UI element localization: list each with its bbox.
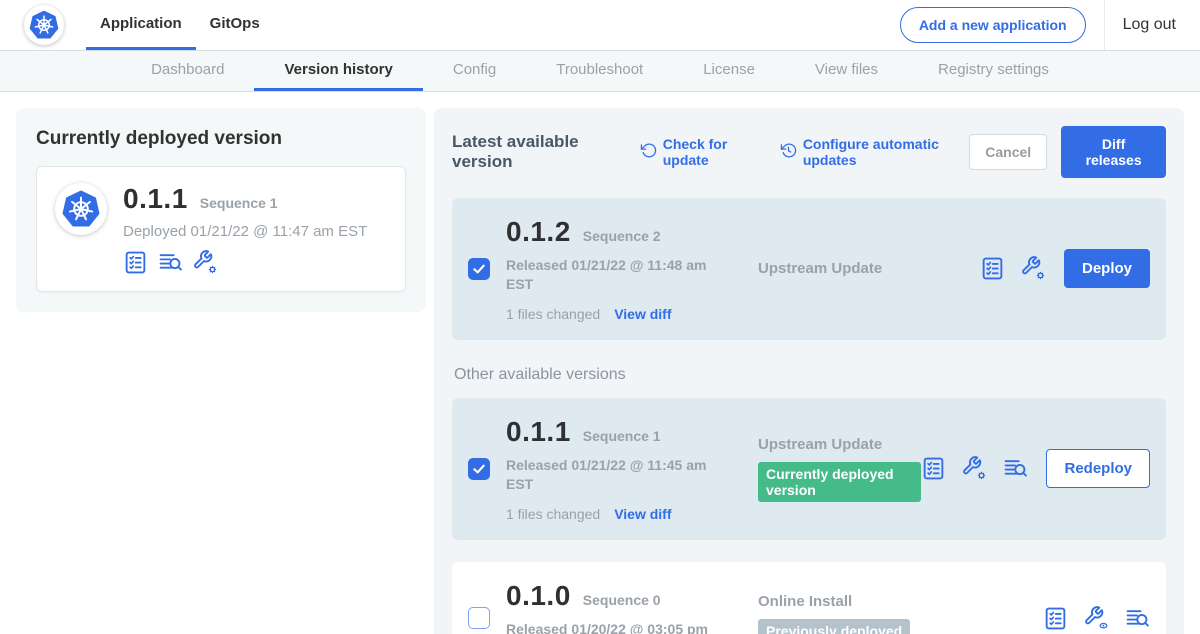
- latest-version-slot: 0.1.2 Sequence 2 Released 01/21/22 @ 11:48…: [452, 198, 1166, 340]
- version-number: 0.1.1: [506, 416, 571, 448]
- currently-deployed-panel: Currently deployed version 0.1.1 Sequenc…: [16, 108, 426, 312]
- files-changed: 1 files changed: [506, 506, 600, 522]
- version-type: Online Install Previously deployed: [758, 593, 1043, 634]
- available-panel-header: Latest available version Check for updat…: [452, 126, 1166, 178]
- available-versions-panel: Latest available version Check for updat…: [434, 108, 1184, 634]
- subnav-tab-license[interactable]: License: [673, 51, 785, 91]
- configure-updates-link[interactable]: Configure automatic updates: [780, 136, 969, 168]
- released-date: Released 01/20/22 @ 03:05 pm EST: [506, 620, 734, 634]
- topnav-right: Add a new application Log out: [900, 0, 1176, 50]
- version-info: 0.1.1 Sequence 1 Released 01/21/22 @ 11:45…: [506, 416, 758, 522]
- deployed-timestamp: Deployed 01/21/22 @ 11:47 am EST: [123, 223, 367, 240]
- version-source: Upstream Update: [758, 260, 980, 277]
- view-diff-link[interactable]: View diff: [614, 506, 671, 522]
- deployed-version-card: 0.1.1 Sequence 1 Deployed 01/21/22 @ 11:…: [36, 166, 406, 292]
- view-diff-link[interactable]: View diff: [614, 306, 671, 322]
- version-card-0.1.1: 0.1.1 Sequence 1 Released 01/21/22 @ 11:45…: [452, 398, 1166, 540]
- status-badge: Currently deployed version: [758, 462, 921, 502]
- checklist-icon[interactable]: [921, 456, 946, 481]
- config-eye-icon[interactable]: [1084, 606, 1109, 631]
- version-card-0.1.2: 0.1.2 Sequence 2 Released 01/21/22 @ 11:48…: [452, 198, 1166, 340]
- schedule-icon: [780, 142, 797, 162]
- logs-icon[interactable]: [1125, 606, 1150, 631]
- files-changed: 1 files changed: [506, 306, 600, 322]
- version-checkbox[interactable]: [468, 458, 490, 480]
- other-versions-title: Other available versions: [454, 366, 1166, 384]
- logs-icon[interactable]: [158, 250, 183, 275]
- status-badge: Previously deployed: [758, 619, 910, 634]
- kubernetes-logo-icon: [55, 183, 107, 235]
- released-date: Released 01/21/22 @ 11:45 am EST: [506, 456, 734, 494]
- logout-button[interactable]: Log out: [1123, 16, 1176, 34]
- diff-releases-button[interactable]: Diff releases: [1061, 126, 1166, 178]
- sequence-label: Sequence 0: [583, 592, 661, 608]
- version-actions: [1043, 606, 1150, 631]
- app-logo: [24, 0, 64, 50]
- sequence-label: Sequence 1: [200, 195, 278, 211]
- subnav-tab-view-files[interactable]: View files: [785, 51, 908, 91]
- version-info: 0.1.0 Sequence 0 Released 01/20/22 @ 03:05…: [506, 580, 758, 634]
- version-checkbox[interactable]: [468, 607, 490, 629]
- logs-icon[interactable]: [1003, 456, 1028, 481]
- cancel-button[interactable]: Cancel: [969, 134, 1047, 170]
- check-for-update-link[interactable]: Check for update: [640, 136, 760, 168]
- deployed-version-info: 0.1.1 Sequence 1 Deployed 01/21/22 @ 11:…: [123, 183, 367, 275]
- configure-updates-label: Configure automatic updates: [803, 136, 969, 168]
- version-source: Online Install: [758, 593, 1043, 610]
- latest-available-title: Latest available version: [452, 132, 620, 172]
- version-source: Upstream Update: [758, 436, 921, 453]
- version-info: 0.1.2 Sequence 2 Released 01/21/22 @ 11:48…: [506, 216, 758, 322]
- main-content: Currently deployed version 0.1.1 Sequenc…: [0, 92, 1200, 634]
- topnav-tabs: ApplicationGitOps: [86, 0, 274, 50]
- check-for-update-label: Check for update: [663, 136, 760, 168]
- released-date: Released 01/21/22 @ 11:48 am EST: [506, 256, 734, 294]
- version-type: Upstream Update: [758, 260, 980, 277]
- refresh-icon: [640, 142, 657, 162]
- sequence-label: Sequence 1: [583, 428, 661, 444]
- redeploy-button[interactable]: Redeploy: [1046, 449, 1150, 488]
- version-number: 0.1.1: [123, 183, 188, 215]
- config-gear-icon[interactable]: [962, 456, 987, 481]
- version-number: 0.1.2: [506, 216, 571, 248]
- subnav-tab-config[interactable]: Config: [423, 51, 526, 91]
- other-versions-slot: 0.1.1 Sequence 1 Released 01/21/22 @ 11:45…: [452, 398, 1166, 634]
- topnav-tab-application[interactable]: Application: [86, 0, 196, 50]
- version-type: Upstream Update Currently deployed versio…: [758, 436, 921, 502]
- subnav-tab-troubleshoot[interactable]: Troubleshoot: [526, 51, 673, 91]
- version-actions: Deploy: [980, 249, 1150, 288]
- version-number: 0.1.0: [506, 580, 571, 612]
- subnav-tab-version-history[interactable]: Version history: [254, 51, 422, 91]
- deployed-icon-row: [123, 250, 367, 275]
- version-actions: Redeploy: [921, 449, 1150, 488]
- version-card-0.1.0: 0.1.0 Sequence 0 Released 01/20/22 @ 03:05…: [452, 562, 1166, 634]
- top-navigation: ApplicationGitOps Add a new application …: [0, 0, 1200, 50]
- subnav-tab-registry-settings[interactable]: Registry settings: [908, 51, 1079, 91]
- subnav-tab-dashboard[interactable]: Dashboard: [121, 51, 254, 91]
- checklist-icon[interactable]: [980, 256, 1005, 281]
- checklist-icon[interactable]: [1043, 606, 1068, 631]
- sub-navigation: DashboardVersion historyConfigTroublesho…: [0, 50, 1200, 92]
- add-application-button[interactable]: Add a new application: [900, 7, 1086, 43]
- sequence-label: Sequence 2: [583, 228, 661, 244]
- config-gear-icon[interactable]: [193, 250, 218, 275]
- deployed-panel-title: Currently deployed version: [36, 128, 406, 150]
- deploy-button[interactable]: Deploy: [1064, 249, 1150, 288]
- kubernetes-logo-icon: [24, 5, 64, 45]
- checklist-icon[interactable]: [123, 250, 148, 275]
- divider: [1104, 0, 1105, 50]
- config-gear-icon[interactable]: [1021, 256, 1046, 281]
- topnav-tab-gitops[interactable]: GitOps: [196, 0, 274, 50]
- version-checkbox[interactable]: [468, 258, 490, 280]
